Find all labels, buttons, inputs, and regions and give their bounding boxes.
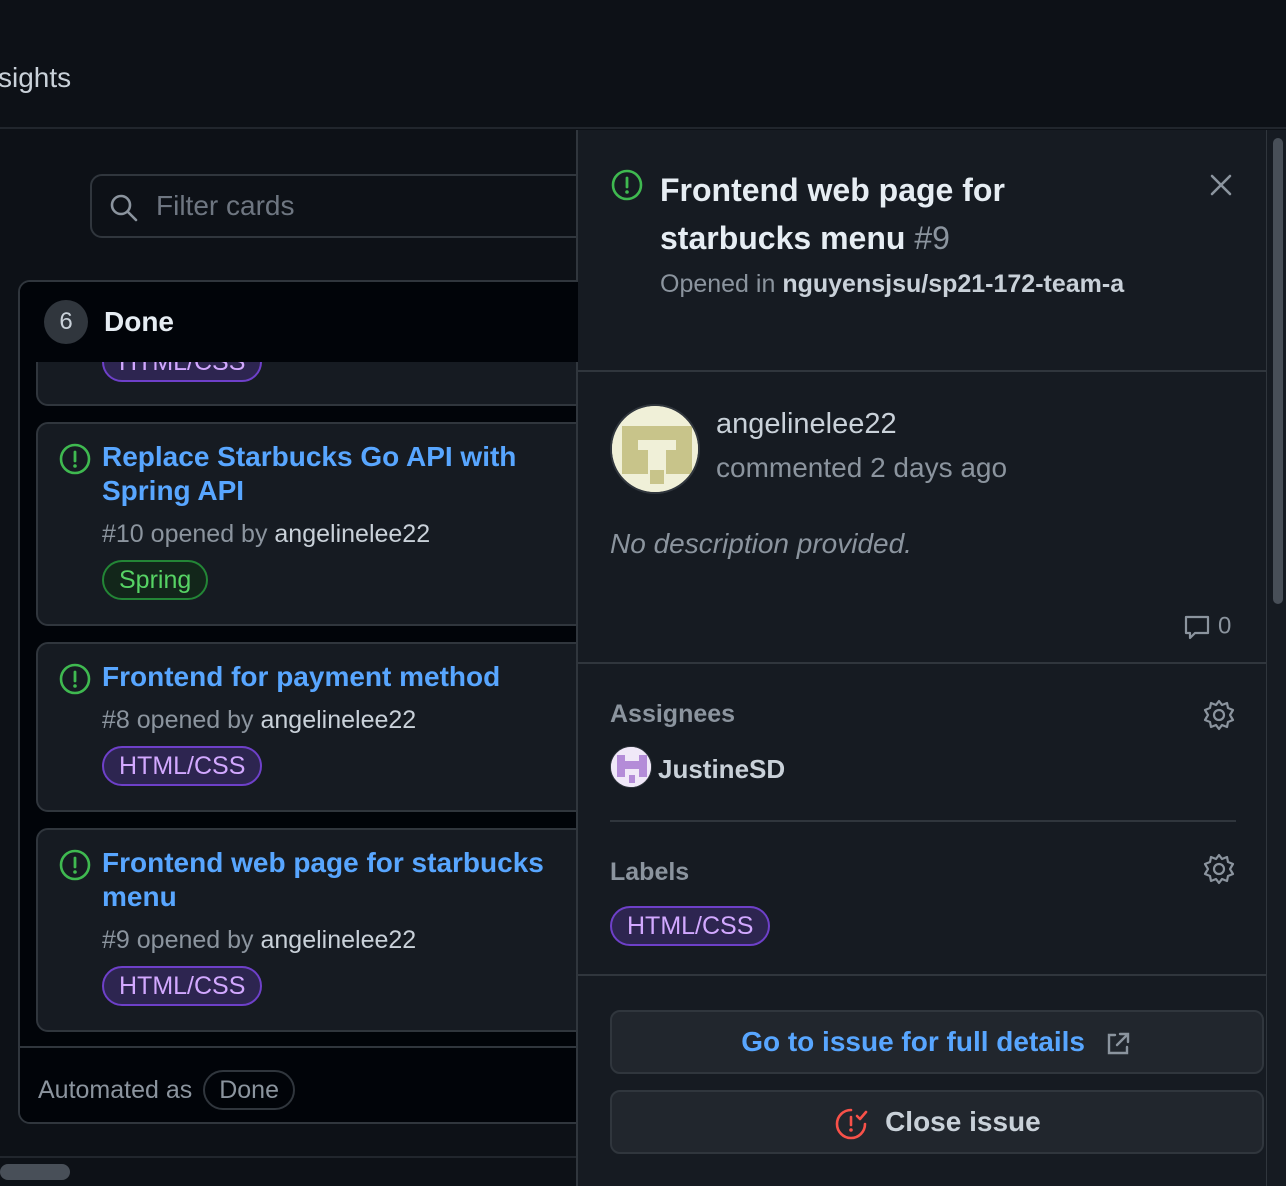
issue-number: #10: [102, 520, 144, 548]
issue-opened-icon: [59, 849, 91, 881]
opened-in-prefix: Opened in: [660, 270, 776, 298]
go-to-issue-label: Go to issue for full details: [741, 1026, 1086, 1057]
label-html-css[interactable]: HTML/CSS: [102, 746, 263, 786]
card-title-link[interactable]: Frontend web page for starbucks menu: [102, 846, 572, 914]
card-meta: #9 opened by angelinelee22: [102, 926, 416, 955]
author-link[interactable]: angelinelee22: [274, 520, 430, 548]
close-issue-label: Close issue: [885, 1106, 1041, 1137]
issue-number: #9: [102, 926, 130, 954]
labels-heading: Labels: [610, 858, 690, 886]
scrollbar-thumb[interactable]: [0, 1164, 70, 1180]
issue-number: #8: [102, 706, 130, 734]
automated-as-text: Automated as: [38, 1076, 193, 1104]
issue-number: #9: [914, 220, 950, 256]
issue-card[interactable]: Replace Starbucks Go API with Spring API…: [36, 422, 578, 626]
label-html-css[interactable]: HTML/CSS: [102, 966, 263, 1006]
gear-icon[interactable]: [1202, 852, 1236, 886]
search-icon: [110, 194, 138, 222]
comment-timestamp: commented 2 days ago: [716, 452, 1008, 483]
opened-by-text: opened by: [136, 706, 254, 734]
assignee-name[interactable]: JustineSD: [658, 754, 785, 785]
issue-sidebar: Assignees JustineSD Labels HTML/CSS: [610, 664, 1236, 974]
author-link[interactable]: angelinelee22: [261, 926, 417, 954]
issue-opened-icon: [59, 443, 91, 475]
column-count-badge: 6: [44, 300, 88, 344]
identicon-icon: [612, 406, 698, 492]
column-done: 6 Done HTML/CSS Replace Starbucks Go API…: [18, 280, 578, 1124]
author-link[interactable]: angelinelee22: [261, 706, 417, 734]
issue-card[interactable]: Frontend for payment method #8 opened by…: [36, 642, 578, 812]
card-title-link[interactable]: Replace Starbucks Go API with Spring API: [102, 440, 572, 508]
label-spring[interactable]: Spring: [102, 560, 209, 600]
identicon-icon: [611, 747, 651, 787]
column-header: 6 Done: [20, 282, 578, 362]
column-title[interactable]: Done: [104, 306, 174, 338]
issue-comment: angelinelee22 commented 2 days ago No de…: [578, 372, 1270, 664]
close-icon[interactable]: [1206, 170, 1236, 200]
automation-status: Automated as Done: [38, 1070, 295, 1110]
panel-header: Frontend web page for starbucks menu #9 …: [578, 130, 1270, 372]
comment-icon: [1184, 615, 1210, 640]
repo-link[interactable]: nguyensjsu/sp21-172-team-a: [782, 270, 1124, 298]
divider: [610, 820, 1236, 822]
column-footer: Automated as Done: [20, 1046, 578, 1122]
go-to-issue-button[interactable]: Go to issue for full details: [610, 1010, 1264, 1074]
opened-by-text: opened by: [150, 520, 268, 548]
vertical-scrollbar[interactable]: [1266, 130, 1286, 1186]
comment-author[interactable]: angelinelee22: [716, 408, 897, 441]
issue-description: No description provided.: [610, 528, 912, 559]
project-board: 6 Done HTML/CSS Replace Starbucks Go API…: [0, 130, 578, 1156]
filter-cards-field[interactable]: [90, 174, 578, 238]
gear-icon[interactable]: [1202, 698, 1236, 732]
close-issue-button[interactable]: Close issue: [610, 1090, 1264, 1154]
scrollbar-thumb[interactable]: [1273, 138, 1283, 604]
comment-count[interactable]: 0: [1182, 612, 1231, 642]
comment-count-value: 0: [1218, 612, 1232, 640]
avatar: [610, 746, 652, 788]
opened-by-text: opened by: [136, 926, 254, 954]
card-meta: #8 opened by angelinelee22: [102, 706, 416, 735]
panel-issue-title: Frontend web page for starbucks menu #9: [660, 166, 1130, 262]
repo-navbar: sights: [0, 0, 1286, 129]
card-title-link[interactable]: Frontend for payment method: [102, 660, 572, 694]
opened-in-text: Opened in nguyensjsu/sp21-172-team-a: [660, 266, 1130, 302]
filter-cards-input[interactable]: [156, 186, 576, 226]
issue-card[interactable]: Frontend web page for starbucks menu #9 …: [36, 828, 578, 1032]
card-meta: #10 opened by angelinelee22: [102, 520, 430, 549]
avatar[interactable]: [610, 404, 700, 494]
tab-insights[interactable]: sights: [0, 62, 71, 94]
issue-title-text: Frontend web page for starbucks menu: [660, 172, 1005, 256]
horizontal-scrollbar[interactable]: [0, 1156, 578, 1186]
link-external-icon: [1107, 1032, 1129, 1054]
issue-opened-icon: [59, 663, 91, 695]
issue-detail-panel: Frontend web page for starbucks menu #9 …: [576, 130, 1286, 1186]
issue-opened-icon: [611, 169, 643, 201]
label-html-css[interactable]: HTML/CSS: [610, 906, 771, 946]
issue-closed-icon: [836, 1108, 868, 1139]
panel-actions: Go to issue for full details Close issue: [578, 974, 1270, 1186]
assignees-heading: Assignees: [610, 700, 736, 728]
automation-preset-pill: Done: [203, 1070, 295, 1110]
